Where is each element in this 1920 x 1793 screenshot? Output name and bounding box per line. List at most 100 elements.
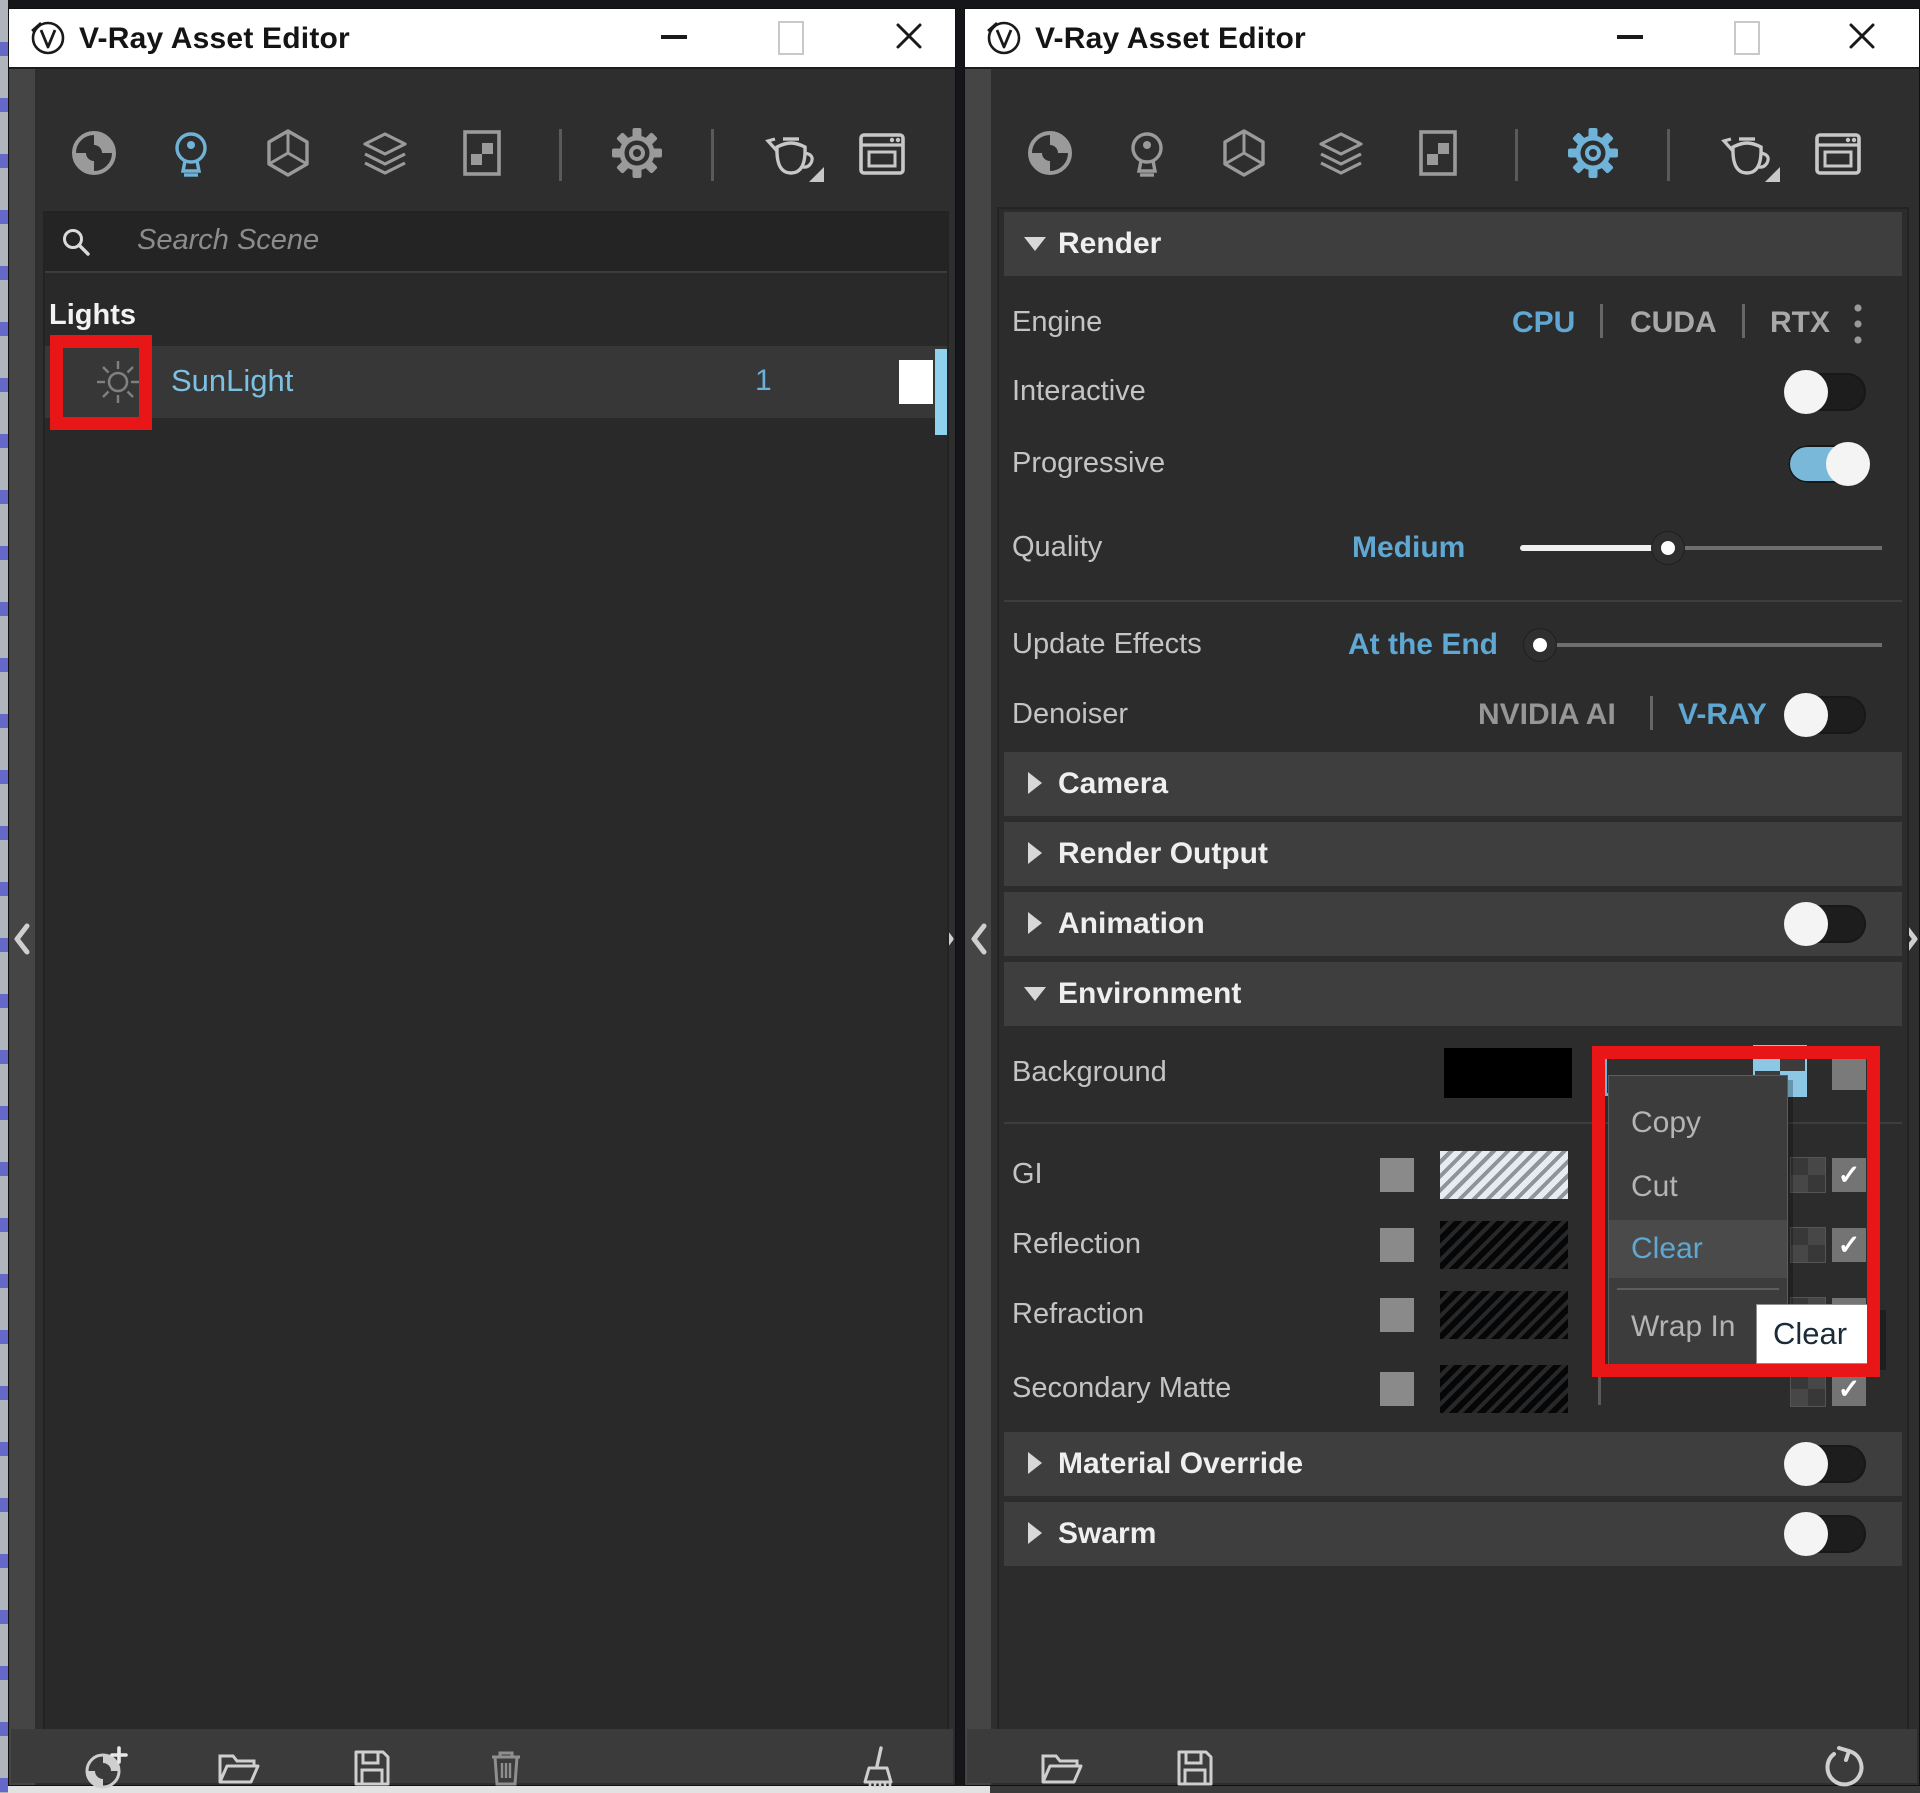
desktop-sliver [0, 0, 8, 1793]
left-titlebar[interactable]: V-Ray Asset Editor [9, 9, 955, 69]
secondary-matte-color-swatch[interactable] [1380, 1372, 1414, 1406]
expand-arrow-icon [1028, 842, 1042, 864]
collapse-left-icon[interactable] [13, 923, 31, 955]
quality-label: Quality [1012, 531, 1102, 564]
section-render-output[interactable]: Render Output [1004, 822, 1902, 886]
gi-color-swatch[interactable] [1380, 1158, 1414, 1192]
vray-logo-icon [985, 19, 1023, 62]
material-override-toggle[interactable] [1788, 1445, 1866, 1483]
search-input[interactable] [135, 223, 839, 258]
section-material-override[interactable]: Material Override [1004, 1432, 1902, 1496]
minimize-button[interactable] [1595, 9, 1665, 65]
render-window-icon[interactable] [856, 127, 908, 179]
render-dropdown-arrow[interactable] [1765, 167, 1780, 182]
section-swarm[interactable]: Swarm [1004, 1502, 1902, 1566]
save-file-icon[interactable] [348, 1744, 396, 1792]
materials-tab-icon[interactable] [68, 127, 120, 179]
screen: V-Ray Asset Editor [0, 0, 1920, 1793]
progressive-label: Progressive [1012, 447, 1165, 480]
quality-slider-track-filled[interactable] [1520, 545, 1668, 551]
interactive-label: Interactive [1012, 375, 1146, 408]
textures-tab-icon[interactable] [1412, 127, 1464, 179]
textures-tab-icon[interactable] [456, 127, 508, 179]
search-icon [61, 227, 91, 257]
close-button[interactable] [874, 9, 944, 65]
secondary-matte-texture-preview[interactable] [1440, 1365, 1568, 1413]
lights-tab-icon[interactable] [165, 127, 217, 179]
reflection-label: Reflection [1012, 1228, 1141, 1261]
denoiser-option-nvidia[interactable]: NVIDIA AI [1478, 698, 1616, 732]
section-camera[interactable]: Camera [1004, 752, 1902, 816]
engine-option-rtx[interactable]: RTX [1770, 306, 1830, 340]
swarm-toggle[interactable] [1788, 1515, 1866, 1553]
annotation-box-menu [1592, 1046, 1880, 1377]
section-label: Material Override [1058, 1447, 1303, 1481]
settings-tab-icon[interactable] [611, 127, 663, 179]
secondary-matte-checkbox[interactable]: ✓ [1832, 1372, 1866, 1406]
settings-tab-icon[interactable] [1567, 127, 1619, 179]
animation-toggle[interactable] [1788, 905, 1866, 943]
interactive-toggle[interactable] [1788, 373, 1866, 411]
right-titlebar[interactable]: V-Ray Asset Editor [965, 9, 1919, 69]
expand-arrow-icon [1028, 1452, 1042, 1474]
refraction-texture-preview[interactable] [1440, 1291, 1568, 1339]
render-dropdown-arrow[interactable] [809, 167, 824, 182]
scene-list-panel [43, 211, 949, 1739]
denoiser-toggle[interactable] [1788, 696, 1866, 734]
purge-unused-icon[interactable] [855, 1744, 903, 1792]
search-bar[interactable] [45, 213, 947, 273]
expand-arrow-icon [1028, 912, 1042, 934]
update-effects-label: Update Effects [1012, 628, 1202, 661]
minimize-button[interactable] [639, 9, 709, 65]
window-title: V-Ray Asset Editor [79, 22, 350, 56]
layers-tab-icon[interactable] [1315, 127, 1367, 179]
quality-slider-knob[interactable] [1652, 532, 1684, 564]
save-file-icon[interactable] [1171, 1744, 1219, 1792]
gi-texture-preview[interactable] [1440, 1151, 1568, 1199]
engine-option-cpu[interactable]: CPU [1512, 306, 1575, 340]
section-render[interactable]: Render [1004, 212, 1902, 276]
expand-arrow-icon [1028, 772, 1042, 794]
layers-tab-icon[interactable] [359, 127, 411, 179]
reflection-color-swatch[interactable] [1380, 1228, 1414, 1262]
list-scrollbar[interactable] [935, 349, 947, 435]
refraction-label: Refraction [1012, 1298, 1144, 1331]
gi-label: GI [1012, 1158, 1043, 1191]
update-effects-value: At the End [1348, 628, 1498, 662]
denoiser-option-vray[interactable]: V-RAY [1678, 698, 1767, 732]
refraction-color-swatch[interactable] [1380, 1298, 1414, 1332]
revert-settings-icon[interactable] [1820, 1744, 1868, 1792]
section-animation[interactable]: Animation [1004, 892, 1902, 956]
background-color-swatch[interactable] [1444, 1048, 1572, 1098]
taskbar-sliver-right [990, 1786, 1920, 1793]
maximize-button[interactable] [754, 9, 824, 65]
light-name: SunLight [171, 363, 293, 399]
section-environment[interactable]: Environment [1004, 962, 1902, 1026]
maximize-button[interactable] [1710, 9, 1780, 65]
open-file-icon[interactable] [1037, 1744, 1085, 1792]
reflection-texture-preview[interactable] [1440, 1221, 1568, 1269]
toolbar-separator [559, 129, 562, 181]
add-asset-icon[interactable] [82, 1744, 130, 1792]
engine-option-cuda[interactable]: CUDA [1630, 306, 1717, 340]
update-effects-slider-track[interactable] [1540, 643, 1882, 647]
quality-slider-track[interactable] [1668, 546, 1882, 550]
close-button[interactable] [1827, 9, 1897, 65]
geometry-tab-icon[interactable] [262, 127, 314, 179]
engine-kebab-menu-icon[interactable] [1850, 300, 1866, 350]
progressive-toggle[interactable] [1788, 445, 1866, 483]
geometry-tab-icon[interactable] [1218, 127, 1270, 179]
row-separator [1598, 1373, 1601, 1405]
lights-tab-icon[interactable] [1121, 127, 1173, 179]
render-window-icon[interactable] [1812, 127, 1864, 179]
light-count: 1 [755, 364, 772, 398]
materials-tab-icon[interactable] [1024, 127, 1076, 179]
light-enabled-checkbox[interactable] [899, 360, 933, 404]
open-file-icon[interactable] [214, 1744, 262, 1792]
delete-asset-icon[interactable] [482, 1744, 530, 1792]
section-label: Environment [1058, 977, 1241, 1011]
collapse-left-icon[interactable] [970, 923, 988, 955]
light-list-row[interactable]: SunLight 1 [45, 346, 947, 418]
window-title: V-Ray Asset Editor [1035, 22, 1306, 56]
update-effects-slider-knob[interactable] [1524, 629, 1556, 661]
